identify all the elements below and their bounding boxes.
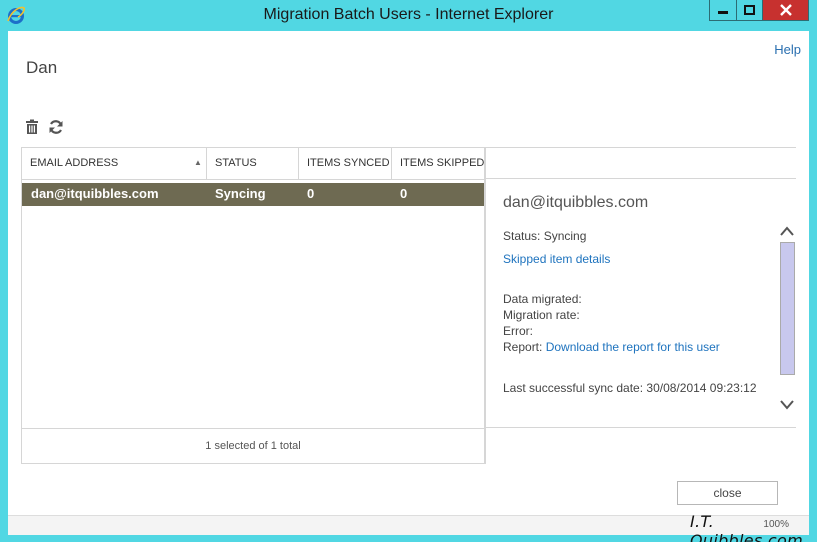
detail-status: Status: Syncing (503, 229, 587, 243)
download-report-link[interactable]: Download the report for this user (546, 340, 720, 354)
users-table: EMAIL ADDRESS ▲ STATUS ITEMS SYNCED ITEM… (21, 147, 485, 464)
watermark: I.T. Quibbles.com (690, 512, 803, 542)
cell-email: dan@itquibbles.com (31, 186, 159, 201)
cell-items-synced: 0 (307, 186, 315, 201)
column-header-items-skipped[interactable]: ITEMS SKIPPED (392, 148, 485, 179)
maximize-icon (744, 5, 755, 15)
window-controls (709, 0, 809, 22)
trash-icon[interactable] (24, 119, 40, 135)
column-header-email[interactable]: EMAIL ADDRESS (22, 148, 207, 179)
footer-divider (22, 428, 484, 429)
refresh-icon[interactable] (48, 119, 64, 135)
header-divider (22, 179, 484, 180)
window-title: Migration Batch Users - Internet Explore… (263, 6, 554, 23)
table-row[interactable]: dan@itquibbles.com Syncing 0 0 (22, 183, 484, 206)
selection-count: 1 selected of 1 total (205, 440, 301, 452)
page-title: Dan (26, 58, 58, 77)
scrollbar-thumb[interactable] (780, 242, 795, 375)
minimize-icon (718, 11, 728, 14)
detail-email: dan@itquibbles.com (503, 194, 649, 211)
cell-items-skipped: 0 (400, 186, 408, 201)
sort-ascending-icon: ▲ (194, 158, 202, 167)
detail-error: Error: (503, 324, 533, 338)
maximize-button[interactable] (737, 0, 763, 21)
column-header-items-synced[interactable]: ITEMS SYNCED (299, 148, 392, 179)
skipped-item-details-link[interactable]: Skipped item details (503, 252, 610, 266)
status-bar: 100% (8, 515, 809, 535)
divider (486, 147, 796, 148)
divider (486, 427, 796, 428)
detail-last-sync: Last successful sync date: 30/08/2014 09… (503, 381, 757, 395)
detail-data-migrated: Data migrated: (503, 292, 582, 306)
scroll-down-icon[interactable] (780, 399, 794, 411)
cell-status: Syncing (215, 186, 266, 201)
detail-report: Report: Download the report for this use… (503, 340, 720, 354)
help-link[interactable]: Help (774, 42, 801, 57)
report-label: Report: (503, 340, 543, 354)
detail-migration-rate: Migration rate: (503, 308, 580, 322)
dialog-content: Help Dan EMAIL ADDRESS ▲ STATUS ITEMS SY… (8, 31, 809, 515)
close-window-button[interactable] (763, 0, 809, 21)
close-icon (779, 4, 792, 16)
minimize-button[interactable] (709, 0, 737, 21)
title-bar: Migration Batch Users - Internet Explore… (0, 0, 817, 30)
close-button[interactable]: close (677, 481, 778, 505)
column-header-status[interactable]: STATUS (207, 148, 299, 179)
scroll-up-icon[interactable] (780, 225, 794, 237)
user-details-panel: dan@itquibbles.com Status: Syncing Skipp… (485, 147, 796, 464)
divider (486, 178, 796, 179)
